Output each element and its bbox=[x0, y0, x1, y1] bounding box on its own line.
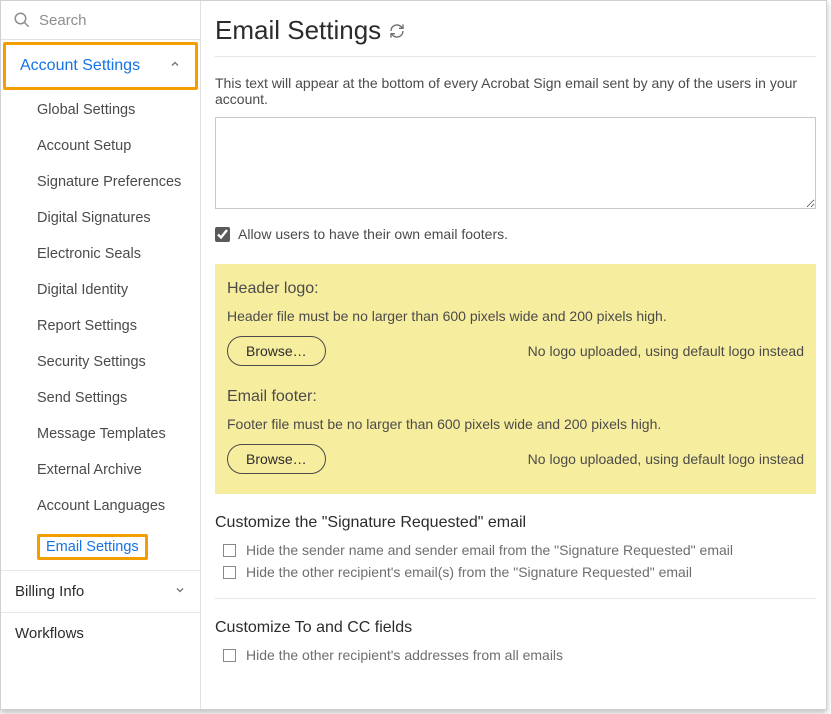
logo-upload-panel: Header logo: Header file must be no larg… bbox=[215, 264, 816, 494]
hide-addresses-label: Hide the other recipient's addresses fro… bbox=[246, 647, 563, 663]
email-footer-textarea[interactable] bbox=[215, 117, 816, 209]
chevron-up-icon bbox=[169, 57, 181, 75]
refresh-icon[interactable] bbox=[389, 15, 405, 46]
nav-workflows-label: Workflows bbox=[15, 625, 84, 642]
email-footer-desc: Footer file must be no larger than 600 p… bbox=[227, 416, 804, 432]
hide-recipient-emails-label: Hide the other recipient's email(s) from… bbox=[246, 564, 692, 580]
header-logo-desc: Header file must be no larger than 600 p… bbox=[227, 308, 804, 324]
hide-sender-label: Hide the sender name and sender email fr… bbox=[246, 542, 733, 558]
allow-own-footers-checkbox[interactable] bbox=[215, 227, 230, 242]
chevron-down-icon bbox=[174, 583, 186, 600]
sidebar-item-label: Email Settings bbox=[37, 534, 148, 560]
sig-req-heading: Customize the "Signature Requested" emai… bbox=[215, 514, 816, 532]
sidebar-item-signature-preferences[interactable]: Signature Preferences bbox=[1, 164, 200, 200]
footer-intro-text: This text will appear at the bottom of e… bbox=[215, 75, 816, 107]
main-content: Email Settings This text will appear at … bbox=[201, 1, 826, 709]
email-footer-heading: Email footer: bbox=[227, 388, 804, 406]
sidebar-item-email-settings[interactable]: Email Settings bbox=[1, 524, 200, 570]
sidebar: Account Settings Global SettingsAccount … bbox=[1, 1, 201, 709]
hide-recipient-emails-checkbox[interactable] bbox=[223, 566, 236, 579]
sidebar-item-security-settings[interactable]: Security Settings bbox=[1, 344, 200, 380]
search-input[interactable] bbox=[39, 12, 188, 29]
hide-addresses-checkbox[interactable] bbox=[223, 649, 236, 662]
allow-own-footers-label: Allow users to have their own email foot… bbox=[238, 226, 508, 242]
header-logo-status: No logo uploaded, using default logo ins… bbox=[488, 343, 804, 359]
nav-workflows[interactable]: Workflows bbox=[1, 612, 200, 654]
page-title: Email Settings bbox=[215, 11, 816, 57]
email-footer-status: No logo uploaded, using default logo ins… bbox=[488, 451, 804, 467]
sidebar-item-digital-signatures[interactable]: Digital Signatures bbox=[1, 200, 200, 236]
sidebar-item-global-settings[interactable]: Global Settings bbox=[1, 92, 200, 128]
to-cc-heading: Customize To and CC fields bbox=[215, 619, 816, 637]
sidebar-item-electronic-seals[interactable]: Electronic Seals bbox=[1, 236, 200, 272]
header-logo-browse-button[interactable]: Browse… bbox=[227, 336, 326, 366]
sidebar-item-account-setup[interactable]: Account Setup bbox=[1, 128, 200, 164]
sidebar-item-send-settings[interactable]: Send Settings bbox=[1, 380, 200, 416]
page-title-text: Email Settings bbox=[215, 15, 381, 46]
nav-billing-info[interactable]: Billing Info bbox=[1, 570, 200, 612]
sidebar-item-account-languages[interactable]: Account Languages bbox=[1, 488, 200, 524]
nav-account-settings-label: Account Settings bbox=[20, 57, 140, 75]
sidebar-item-external-archive[interactable]: External Archive bbox=[1, 452, 200, 488]
nav-billing-label: Billing Info bbox=[15, 583, 84, 600]
email-footer-browse-button[interactable]: Browse… bbox=[227, 444, 326, 474]
divider bbox=[215, 598, 816, 599]
search-icon bbox=[13, 11, 31, 29]
nav-account-settings[interactable]: Account Settings bbox=[3, 42, 198, 90]
sidebar-item-digital-identity[interactable]: Digital Identity bbox=[1, 272, 200, 308]
sidebar-item-report-settings[interactable]: Report Settings bbox=[1, 308, 200, 344]
sidebar-item-message-templates[interactable]: Message Templates bbox=[1, 416, 200, 452]
header-logo-heading: Header logo: bbox=[227, 280, 804, 298]
search-box[interactable] bbox=[1, 1, 200, 40]
hide-sender-checkbox[interactable] bbox=[223, 544, 236, 557]
